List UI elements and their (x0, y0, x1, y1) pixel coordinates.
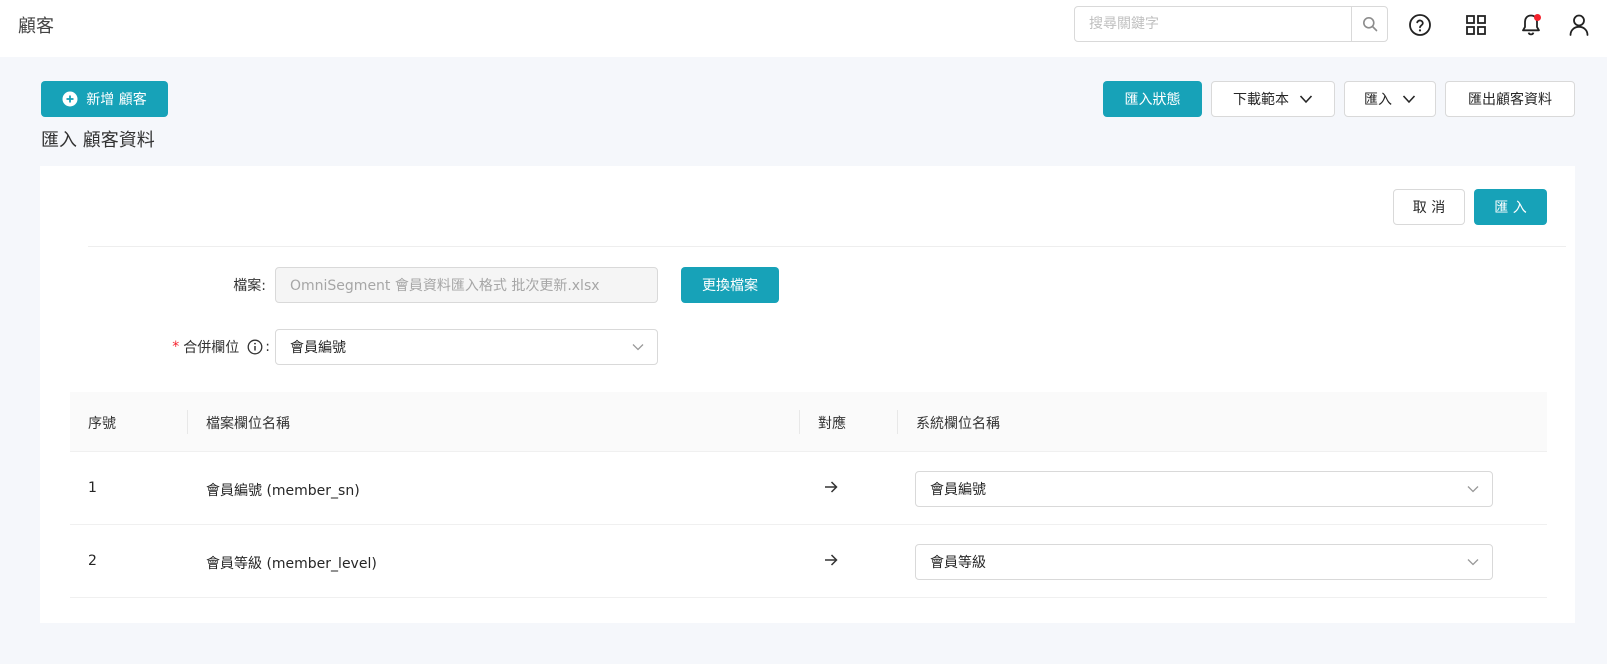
top-bar: 顧客 (0, 0, 1607, 57)
merge-field-label: 合併欄位 (183, 340, 240, 356)
download-template-label: 下載範本 (1233, 92, 1289, 108)
divider (88, 246, 1566, 247)
user-button[interactable] (1566, 12, 1592, 38)
info-icon[interactable] (247, 339, 263, 355)
system-field-value: 會員編號 (930, 482, 986, 498)
search-box (1074, 6, 1388, 42)
table-header: 序號 檔案欄位名稱 對應 系統欄位名稱 (70, 392, 1547, 452)
apps-grid-icon (1466, 15, 1486, 35)
column-separator (897, 410, 898, 434)
table-row: 2 會員等級 (member_level) 會員等級 (70, 526, 1547, 598)
import-card: 取 消 匯 入 檔案: OmniSegment 會員資料匯入格式 批次更新.xl… (40, 166, 1575, 623)
import-dropdown-button[interactable]: 匯入 (1344, 81, 1436, 117)
chevron-down-icon (1402, 94, 1416, 104)
arrow-right-icon (823, 479, 839, 495)
import-status-button[interactable]: 匯入狀態 (1103, 81, 1202, 117)
export-customer-label: 匯出顧客資料 (1468, 92, 1552, 108)
required-star: * (172, 339, 180, 355)
chevron-down-icon (631, 340, 645, 354)
replace-file-label: 更換檔案 (702, 278, 758, 294)
column-header-system-field: 系統欄位名稱 (916, 416, 1000, 432)
apps-button[interactable] (1463, 12, 1489, 38)
row-index: 1 (88, 480, 97, 496)
notification-button[interactable] (1518, 12, 1544, 38)
row-file-field: 會員編號 (member_sn) (206, 483, 360, 499)
section-title: 匯入 顧客資料 (41, 130, 155, 151)
column-separator (187, 410, 188, 434)
column-header-file-field: 檔案欄位名稱 (206, 416, 290, 432)
system-field-select[interactable]: 會員編號 (915, 471, 1493, 507)
merge-field-label-group: * 合併欄位 : (120, 337, 270, 357)
download-template-button[interactable]: 下載範本 (1211, 81, 1335, 117)
help-icon (1409, 14, 1431, 36)
cancel-button[interactable]: 取 消 (1393, 189, 1465, 225)
search-input[interactable] (1075, 7, 1351, 41)
arrow-right-icon (823, 552, 839, 568)
submit-import-button[interactable]: 匯 入 (1474, 189, 1547, 225)
file-name-field: OmniSegment 會員資料匯入格式 批次更新.xlsx (275, 267, 658, 303)
submit-import-label: 匯 入 (1494, 200, 1527, 216)
add-customer-button[interactable]: 新增 顧客 (41, 81, 168, 117)
replace-file-button[interactable]: 更換檔案 (681, 267, 779, 303)
chevron-down-icon (1466, 555, 1480, 569)
chevron-down-icon (1299, 94, 1313, 104)
cancel-label: 取 消 (1412, 200, 1446, 216)
help-button[interactable] (1407, 12, 1433, 38)
table-row: 1 會員編號 (member_sn) 會員編號 (70, 453, 1547, 525)
import-status-label: 匯入狀態 (1124, 92, 1181, 108)
add-customer-label: 新增 顧客 (86, 92, 147, 108)
system-field-select[interactable]: 會員等級 (915, 544, 1493, 580)
row-index: 2 (88, 553, 97, 569)
merge-field-colon: : (265, 339, 270, 355)
merge-field-value: 會員編號 (290, 340, 346, 356)
export-customer-button[interactable]: 匯出顧客資料 (1445, 81, 1575, 117)
column-header-mapping: 對應 (818, 416, 846, 432)
column-separator (799, 410, 800, 434)
user-icon (1569, 14, 1589, 36)
file-label: 檔案: (233, 278, 266, 294)
column-header-index: 序號 (88, 416, 116, 432)
plus-circle-icon (62, 91, 78, 107)
merge-field-select[interactable]: 會員編號 (275, 329, 658, 365)
search-icon (1362, 17, 1377, 32)
chevron-down-icon (1466, 482, 1480, 496)
page-title: 顧客 (18, 16, 54, 37)
row-file-field: 會員等級 (member_level) (206, 556, 377, 572)
search-button[interactable] (1351, 7, 1387, 41)
import-dropdown-label: 匯入 (1364, 92, 1392, 108)
notification-badge-dot (1534, 14, 1541, 21)
system-field-value: 會員等級 (930, 555, 986, 571)
